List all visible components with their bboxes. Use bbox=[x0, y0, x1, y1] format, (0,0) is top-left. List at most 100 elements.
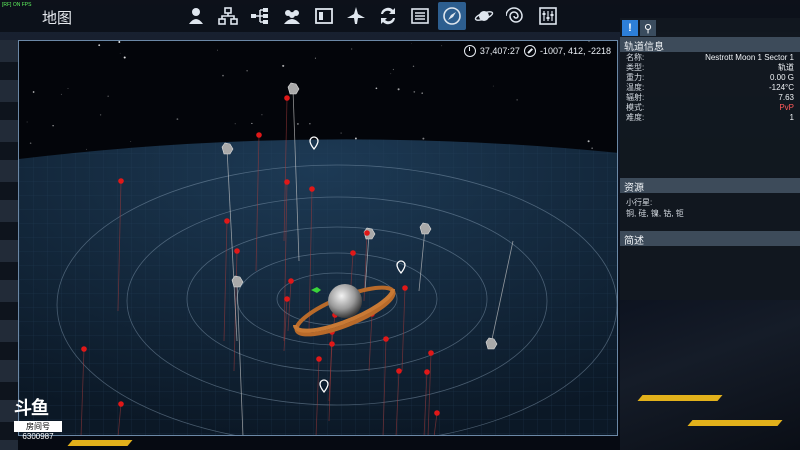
navigation-tab[interactable] bbox=[438, 2, 466, 30]
poi-marker[interactable] bbox=[424, 369, 430, 375]
star bbox=[32, 91, 35, 93]
orbit-info-rows: 名称: Nestrott Moon 1 Sector 1 类型: 轨道 重力: 0.0… bbox=[620, 52, 800, 124]
player-tab[interactable] bbox=[182, 2, 210, 30]
star bbox=[60, 93, 62, 95]
star bbox=[309, 123, 311, 125]
resources-block: 小行星: 铜, 硅, 镍, 钴, 钜 bbox=[620, 193, 800, 231]
structure-tab[interactable] bbox=[246, 2, 274, 30]
poi-marker[interactable] bbox=[316, 356, 322, 362]
info-row-name: 名称: Nestrott Moon 1 Sector 1 bbox=[626, 53, 794, 62]
star bbox=[67, 88, 69, 89]
star bbox=[130, 140, 132, 142]
background-right-floor bbox=[620, 300, 800, 450]
star bbox=[282, 64, 285, 67]
poi-marker[interactable] bbox=[309, 186, 315, 192]
poi-marker[interactable] bbox=[284, 179, 290, 185]
star bbox=[176, 118, 179, 120]
poi-marker[interactable] bbox=[350, 250, 356, 256]
resources-title: 小行星: bbox=[626, 198, 653, 207]
poi-marker[interactable] bbox=[383, 336, 389, 342]
star bbox=[492, 85, 494, 87]
info-row-type: 类型: 轨道 bbox=[626, 63, 794, 72]
poi-marker[interactable] bbox=[396, 368, 402, 374]
faction-tab[interactable] bbox=[214, 2, 242, 30]
star bbox=[441, 45, 443, 47]
star bbox=[411, 43, 413, 44]
poi-marker[interactable] bbox=[256, 132, 262, 138]
douyu-logo: 斗鱼 bbox=[14, 398, 49, 418]
galaxy-icon bbox=[506, 7, 523, 23]
description-header[interactable]: 简述 bbox=[620, 231, 800, 247]
fps-indicator: [RF] ON FPS bbox=[2, 2, 32, 8]
poi-marker[interactable] bbox=[234, 248, 240, 254]
poi-marker[interactable] bbox=[118, 178, 124, 184]
star bbox=[52, 125, 54, 127]
star bbox=[413, 91, 416, 93]
info-tab-icon[interactable]: ! bbox=[622, 20, 638, 36]
player-icon bbox=[189, 8, 203, 24]
star bbox=[412, 65, 415, 67]
inventory-tab[interactable] bbox=[310, 2, 338, 30]
trade-tab[interactable] bbox=[374, 2, 402, 30]
poi-marker[interactable] bbox=[329, 341, 335, 347]
poi-marker[interactable] bbox=[284, 296, 290, 302]
hud-readout: 37,407:27 -1007, 412, -2218 bbox=[463, 45, 611, 57]
poi-marker[interactable] bbox=[428, 350, 434, 356]
ship-tab[interactable] bbox=[342, 2, 370, 30]
star bbox=[123, 56, 126, 59]
star bbox=[587, 140, 590, 143]
settings-icon bbox=[539, 7, 557, 25]
poi-marker[interactable] bbox=[402, 285, 408, 291]
crew-tab[interactable] bbox=[278, 2, 306, 30]
star bbox=[591, 147, 593, 149]
hazard-stripe bbox=[67, 440, 133, 446]
poi-marker[interactable] bbox=[81, 346, 87, 352]
stream-watermark: 斗鱼 房间号 6300987 bbox=[14, 394, 62, 441]
settings-tab[interactable] bbox=[534, 2, 562, 30]
star bbox=[26, 121, 28, 123]
poi-marker[interactable] bbox=[224, 218, 230, 224]
room-number: 6300987 bbox=[22, 432, 54, 441]
star bbox=[296, 122, 299, 125]
log-tab[interactable] bbox=[406, 2, 434, 30]
planet-tab[interactable] bbox=[470, 2, 498, 30]
game-time: 37,407:27 bbox=[479, 46, 520, 56]
star bbox=[421, 92, 423, 94]
star bbox=[390, 73, 392, 75]
star bbox=[351, 48, 353, 50]
info-row-gravity: 重力: 0.00 G bbox=[626, 73, 794, 82]
clock-icon bbox=[463, 45, 476, 57]
star bbox=[251, 122, 253, 124]
info-row-difficulty: 难度: 1 bbox=[626, 113, 794, 122]
poi-marker[interactable] bbox=[434, 410, 440, 416]
star bbox=[217, 49, 218, 51]
star bbox=[107, 95, 109, 97]
star bbox=[234, 123, 236, 125]
panel-tabs: ! ⚲ bbox=[620, 18, 800, 37]
resources-header[interactable]: 资源 bbox=[620, 178, 800, 194]
ship-icon bbox=[347, 7, 365, 24]
star bbox=[314, 57, 316, 59]
trade-icon bbox=[381, 7, 395, 25]
poi-marker[interactable] bbox=[288, 278, 294, 284]
star bbox=[340, 132, 342, 134]
star bbox=[99, 114, 102, 116]
location-tab-icon[interactable]: ⚲ bbox=[640, 20, 656, 36]
orbital-map-scene[interactable] bbox=[19, 41, 618, 436]
poi-marker[interactable] bbox=[118, 401, 124, 407]
galaxy-tab[interactable] bbox=[502, 2, 530, 30]
orbit-info-header[interactable]: 轨道信息 bbox=[620, 37, 800, 53]
poi-marker[interactable] bbox=[284, 95, 290, 101]
info-row-radiation: 辐射: 7.63 bbox=[626, 93, 794, 102]
star bbox=[588, 41, 590, 43]
star bbox=[86, 148, 87, 150]
star bbox=[261, 114, 263, 116]
star bbox=[98, 44, 101, 47]
poi-marker[interactable] bbox=[364, 230, 370, 236]
star bbox=[354, 137, 357, 140]
faction-icon bbox=[218, 7, 238, 25]
orbital-map-viewport[interactable]: 37,407:27 -1007, 412, -2218 bbox=[18, 40, 618, 436]
star bbox=[392, 68, 395, 71]
orbital-grid bbox=[19, 139, 617, 435]
crew-icon bbox=[284, 10, 300, 24]
